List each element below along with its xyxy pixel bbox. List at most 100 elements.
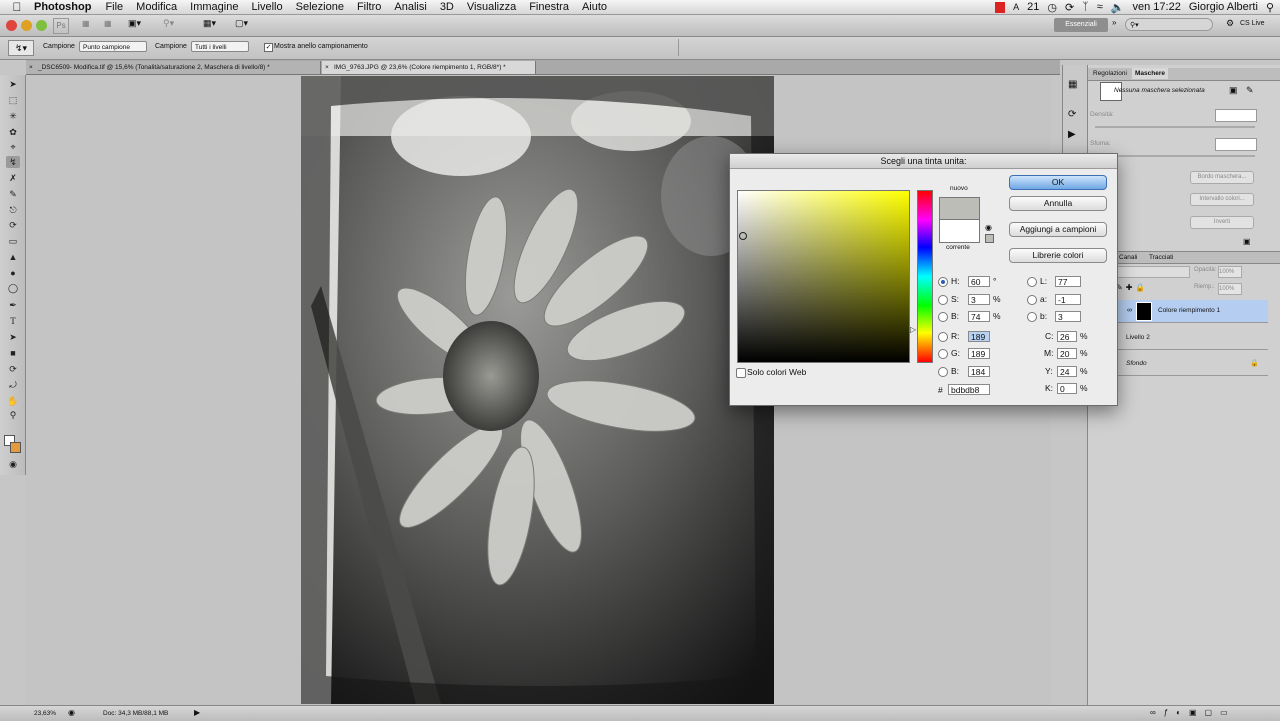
g-input[interactable]: 189 xyxy=(968,348,990,359)
gamut-warning-icon[interactable]: ◉ xyxy=(985,223,992,232)
paint-bucket-tool-icon[interactable]: ▲ xyxy=(6,251,20,263)
tab-masks[interactable]: Maschere xyxy=(1132,68,1168,79)
menu-finestra[interactable]: Finestra xyxy=(529,1,569,13)
sample-size-select[interactable]: Punto campione xyxy=(79,41,147,52)
m-input[interactable]: 20 xyxy=(1057,348,1077,359)
bluetooth-icon[interactable]: ᛉ xyxy=(1082,1,1089,13)
zoom-level-icon[interactable]: ⚲▾ xyxy=(163,18,187,30)
blue-input[interactable]: 184 xyxy=(968,366,990,377)
menu-file[interactable]: File xyxy=(105,1,123,13)
volume-icon[interactable]: 🔈 xyxy=(1111,1,1125,14)
minimize-window-icon[interactable] xyxy=(21,20,32,31)
r-input[interactable]: 189 xyxy=(968,331,990,342)
color-range-button[interactable]: Intervallo colori... xyxy=(1190,193,1254,206)
quick-mask-icon[interactable]: ◉ xyxy=(6,458,20,470)
feather-slider[interactable] xyxy=(1095,155,1255,157)
hue-slider[interactable]: ▷ xyxy=(910,190,933,363)
menu-3d[interactable]: 3D xyxy=(440,1,454,13)
menu-modifica[interactable]: Modifica xyxy=(136,1,177,13)
history-brush-tool-icon[interactable]: ⟳ xyxy=(6,219,20,231)
move-tool-icon[interactable]: ➤ xyxy=(6,78,20,90)
b-radio[interactable] xyxy=(938,312,948,322)
workspace-menu-icon[interactable]: » xyxy=(1112,18,1116,27)
zoom-window-icon[interactable] xyxy=(36,20,47,31)
s-radio[interactable] xyxy=(938,295,948,305)
search-help-icon[interactable]: ⚲▾ xyxy=(1125,18,1213,31)
clock-icon[interactable]: ◷ xyxy=(1047,1,1057,14)
arrange-docs-icon[interactable]: ▦▾ xyxy=(203,18,225,30)
tab-document-2[interactable]: × IMG_9763.JPG @ 23,6% (Colore riempimen… xyxy=(322,61,536,74)
menu-immagine[interactable]: Immagine xyxy=(190,1,238,13)
s-input[interactable]: 3 xyxy=(968,294,990,305)
opacity-input[interactable]: 100% xyxy=(1218,266,1242,278)
mask-footer-icons[interactable]: ▣ xyxy=(1243,237,1251,246)
user-name[interactable]: Giorgio Alberti xyxy=(1189,1,1258,13)
menu-visualizza[interactable]: Visualizza xyxy=(467,1,516,13)
menu-app-name[interactable]: Photoshop xyxy=(34,1,91,13)
ok-button[interactable]: OK xyxy=(1009,175,1107,190)
lab-b-input[interactable]: 3 xyxy=(1055,311,1081,322)
h-input[interactable]: 60 xyxy=(968,276,990,287)
l-input[interactable]: 77 xyxy=(1055,276,1081,287)
screen-mode-icon[interactable]: ▢▾ xyxy=(235,18,257,30)
background-color-swatch[interactable] xyxy=(10,442,21,453)
clone-stamp-tool-icon[interactable]: ⎋ xyxy=(6,204,20,216)
dodge-tool-icon[interactable]: ◯ xyxy=(6,282,20,294)
adobe-icon[interactable]: A xyxy=(1013,2,1019,12)
crop-tool-icon[interactable]: ⌖ xyxy=(6,141,20,153)
history-panel-icon[interactable]: ⟳ xyxy=(1068,109,1076,120)
mask-edge-button[interactable]: Bordo maschera... xyxy=(1190,171,1254,184)
extras-icon[interactable]: ▣▾ xyxy=(128,18,148,30)
brush-tool-icon[interactable]: ✎ xyxy=(6,188,20,200)
a-input[interactable]: -1 xyxy=(1055,294,1081,305)
zoom-level[interactable]: 23,63% xyxy=(34,710,56,717)
3d-orbit-tool-icon[interactable]: ⤾ xyxy=(6,379,20,391)
spotlight-icon[interactable]: ⚲ xyxy=(1266,1,1274,14)
show-ring-checkbox[interactable]: ✓ xyxy=(264,43,273,52)
actions-panel-icon[interactable]: ▶ xyxy=(1068,129,1076,140)
pen-tool-icon[interactable]: ✒ xyxy=(6,299,20,311)
blur-tool-icon[interactable]: ● xyxy=(6,267,20,279)
density-slider[interactable] xyxy=(1095,126,1255,128)
current-color-swatch[interactable] xyxy=(939,219,980,243)
tab-channels[interactable]: Canali xyxy=(1116,252,1140,263)
panel-footer-icons[interactable]: ∞ƒ◐▣▢▭ xyxy=(1150,708,1236,717)
tab-document-1[interactable]: × _DSC6509- Modifica.tif @ 15,6% (Tonali… xyxy=(26,61,321,74)
record-icon[interactable] xyxy=(995,1,1006,13)
path-select-tool-icon[interactable]: ➤ xyxy=(6,331,20,343)
lock-icons[interactable]: ✎✚🔒 xyxy=(1116,283,1148,292)
blue-radio[interactable] xyxy=(938,367,948,377)
sync-icon[interactable]: ⟳ xyxy=(1065,1,1074,14)
zoom-tool-icon[interactable]: ⚲ xyxy=(6,409,20,421)
menu-livello[interactable]: Livello xyxy=(251,1,282,13)
histogram-panel-icon[interactable]: ▦ xyxy=(1068,79,1077,90)
cs-live-icon[interactable]: ⚙ xyxy=(1226,18,1234,29)
menu-selezione[interactable]: Selezione xyxy=(296,1,344,13)
workspace-button[interactable]: Essenziali xyxy=(1054,18,1108,32)
a-radio[interactable] xyxy=(1027,295,1037,305)
g-radio[interactable] xyxy=(938,349,948,359)
density-input[interactable] xyxy=(1215,109,1257,122)
shape-tool-icon[interactable]: ■ xyxy=(6,347,20,359)
mini-bridge-icon[interactable]: ▦ xyxy=(104,19,116,31)
menu-analisi[interactable]: Analisi xyxy=(394,1,426,13)
apple-icon[interactable]:  xyxy=(10,0,24,14)
eraser-tool-icon[interactable]: ▭ xyxy=(6,235,20,247)
tab-paths[interactable]: Tracciati xyxy=(1146,252,1176,263)
lasso-tool-icon[interactable]: ✳ xyxy=(6,110,20,122)
hand-tool-icon[interactable]: ✋ xyxy=(6,395,20,407)
add-to-swatches-button[interactable]: Aggiungi a campioni xyxy=(1009,222,1107,237)
fill-input[interactable]: 100% xyxy=(1218,283,1242,295)
document-image[interactable] xyxy=(301,76,774,704)
h-radio[interactable] xyxy=(938,277,948,287)
blend-mode-select[interactable] xyxy=(1116,266,1190,278)
color-field-cursor[interactable] xyxy=(739,232,747,240)
k-input[interactable]: 0 xyxy=(1057,383,1077,394)
close-window-icon[interactable] xyxy=(6,20,17,31)
pixel-mask-icon[interactable]: ▣ xyxy=(1229,85,1238,96)
healing-brush-tool-icon[interactable]: ✗ xyxy=(6,172,20,184)
l-radio[interactable] xyxy=(1027,277,1037,287)
color-field[interactable] xyxy=(737,190,910,363)
web-safe-cube-icon[interactable] xyxy=(985,234,994,243)
tab-close-icon[interactable]: × xyxy=(29,61,33,74)
